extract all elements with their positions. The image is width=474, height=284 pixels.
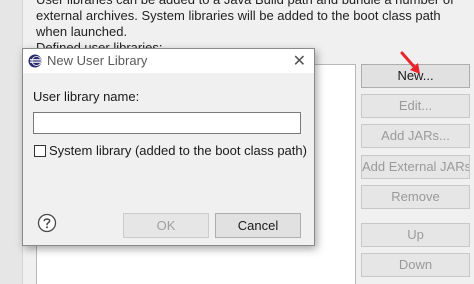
cancel-button[interactable]: Cancel (215, 213, 301, 238)
left-tree-panel (0, 0, 23, 284)
ok-button[interactable]: OK (123, 213, 209, 238)
remove-button[interactable]: Remove (361, 185, 470, 209)
new-user-library-dialog: New User Library ✕ User library name: Sy… (22, 48, 315, 246)
edit-button[interactable]: Edit... (361, 94, 470, 118)
help-icon[interactable] (37, 213, 57, 233)
down-button[interactable]: Down (361, 253, 470, 277)
system-library-label[interactable]: System library (added to the boot class … (49, 143, 307, 158)
preferences-window: User libraries can be added to a Java Bu… (0, 0, 474, 284)
system-library-checkbox[interactable] (34, 145, 46, 157)
library-name-input[interactable] (33, 112, 301, 134)
add-external-jars-button[interactable]: Add External JARs... (361, 155, 470, 179)
user-libraries-description: User libraries can be added to a Java Bu… (36, 0, 454, 39)
dialog-title: New User Library (47, 53, 148, 68)
library-name-label: User library name: (33, 89, 140, 104)
add-jars-button[interactable]: Add JARs... (361, 124, 470, 148)
dialog-titlebar: New User Library ✕ (23, 49, 314, 73)
eclipse-icon (28, 54, 42, 68)
close-icon[interactable]: ✕ (293, 51, 306, 71)
pointer-arrow-icon (400, 51, 420, 74)
up-button[interactable]: Up (361, 223, 470, 247)
